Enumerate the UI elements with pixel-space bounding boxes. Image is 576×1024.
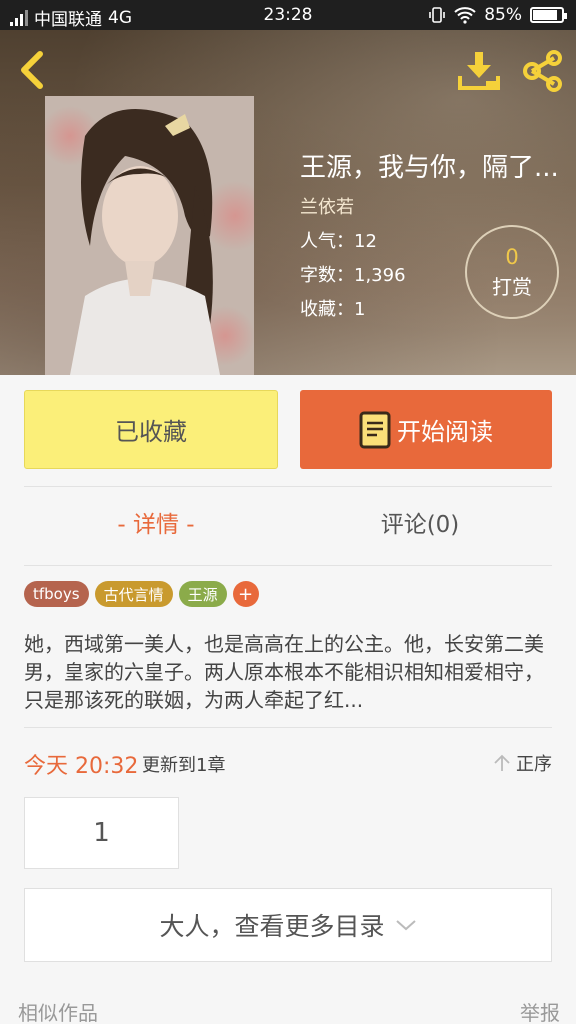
popularity-stat: 人气：12 <box>300 231 377 252</box>
collected-label: 已收藏 <box>115 418 187 446</box>
back-icon[interactable] <box>14 48 54 92</box>
similar-works-heading: 相似作品 <box>18 1001 98 1024</box>
tag-tfboys[interactable]: tfboys <box>24 581 89 607</box>
tag-ancient-romance[interactable]: 古代言情 <box>94 581 173 607</box>
sort-order-button[interactable]: 正序 <box>492 750 552 776</box>
share-icon[interactable] <box>520 48 566 94</box>
divider <box>24 727 552 728</box>
more-catalog-button[interactable]: 大人，查看更多目录 <box>24 888 552 962</box>
update-time: 今天 20:32 <box>24 754 139 779</box>
book-cover-image[interactable] <box>45 96 254 375</box>
battery-icon <box>530 7 567 23</box>
divider <box>24 565 552 566</box>
report-button[interactable]: 举报 <box>520 997 560 1024</box>
book-icon <box>359 411 391 448</box>
status-right: 85% <box>428 5 567 25</box>
add-tag-button[interactable]: + <box>232 581 259 607</box>
tip-count: 0 <box>505 244 519 269</box>
status-bar: 中国联通 4G 23:28 85% <box>0 0 576 30</box>
author-name[interactable]: 兰依若 <box>300 193 354 219</box>
tag-list: tfboys 古代言情 王源 + <box>24 581 259 607</box>
favorites-stat: 收藏：1 <box>300 299 366 320</box>
update-text: 更新到1章 <box>142 755 226 776</box>
divider <box>24 486 552 487</box>
book-description[interactable]: 她，西域第一美人，也是高高在上的公主。他，长安第二美男，皇家的六皇子。两人原本根… <box>24 630 552 714</box>
vibrate-icon <box>429 7 446 23</box>
start-reading-button[interactable]: 开始阅读 <box>300 390 552 469</box>
tip-label: 打赏 <box>492 274 532 299</box>
more-catalog-label: 大人，查看更多目录 <box>159 912 385 941</box>
tab-comments[interactable]: 评论(0) <box>288 505 552 539</box>
tab-detail[interactable]: - 详情 - <box>24 505 288 539</box>
battery-fill <box>533 10 557 20</box>
tag-wang-yuan[interactable]: 王源 <box>178 581 227 607</box>
sort-order-label: 正序 <box>516 754 552 775</box>
chevron-down-icon <box>395 920 416 931</box>
tip-button[interactable]: 0 打赏 <box>465 225 559 319</box>
collected-button[interactable]: 已收藏 <box>24 390 278 469</box>
word-count-stat: 字数：1,396 <box>300 265 406 286</box>
chapter-item[interactable]: 1 <box>24 797 179 869</box>
wifi-icon <box>454 7 476 24</box>
download-icon[interactable] <box>456 48 502 94</box>
book-title: 王源，我与你，隔了... <box>300 153 559 183</box>
cover-illustration <box>45 96 254 375</box>
book-header: 王源，我与你，隔了... 兰依若 人气：12 字数：1,396 收藏：1 0 打… <box>0 30 576 375</box>
arrow-up-icon <box>494 754 510 771</box>
start-reading-label: 开始阅读 <box>397 418 493 446</box>
battery-percent: 85% <box>484 5 522 25</box>
